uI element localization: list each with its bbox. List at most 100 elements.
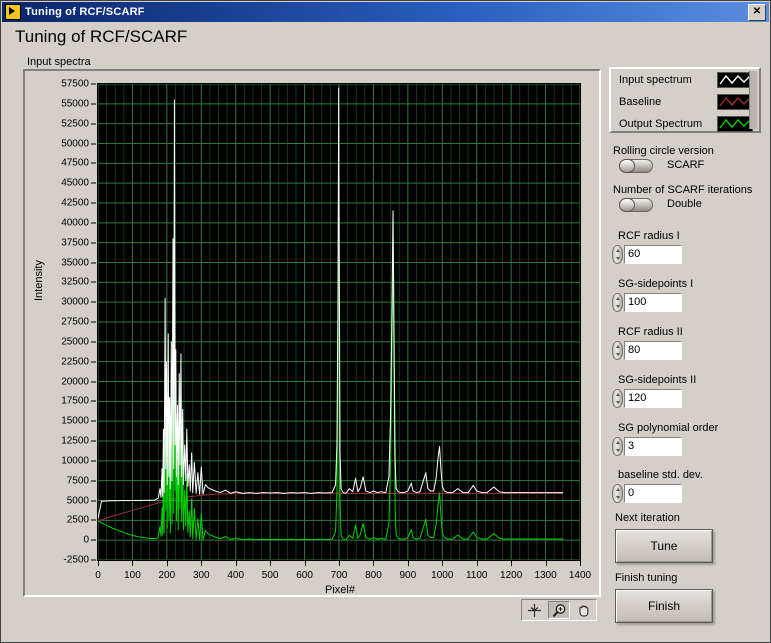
legend-item-label: Output Spectrum bbox=[619, 118, 703, 130]
y-axis-tick-label: 27500 bbox=[61, 316, 89, 328]
x-axis-tick-label: 100 bbox=[124, 570, 141, 581]
labview-vi-icon bbox=[5, 4, 21, 20]
y-axis-tick-mark bbox=[91, 162, 96, 164]
x-axis: 0 100 200 300 400 500 600 700 800 900 1000 1100 1200… bbox=[95, 561, 591, 583]
y-axis-tick-mark bbox=[91, 143, 96, 144]
x-axis-tick-mark bbox=[511, 561, 513, 566]
x-axis-tick-label: 1000 bbox=[431, 570, 454, 581]
y-axis-tick-mark bbox=[91, 321, 96, 323]
sg-sidepoints-1-input[interactable]: 100 bbox=[624, 293, 682, 312]
y-axis-tick-label: 57500 bbox=[61, 78, 89, 90]
legend-color-swatch-baseline[interactable] bbox=[717, 94, 753, 110]
close-icon[interactable]: ✕ bbox=[748, 4, 766, 21]
x-axis-tick-label: 800 bbox=[365, 570, 382, 581]
rolling-circle-version-label: Rolling circle version bbox=[613, 145, 714, 157]
graph-group-label: Input spectra bbox=[27, 56, 91, 68]
cursor-tool-button[interactable] bbox=[523, 601, 546, 619]
baseline-std-dev-input[interactable]: 0 bbox=[624, 484, 682, 503]
x-axis-tick-mark bbox=[476, 561, 478, 566]
y-axis-tick-label: 37500 bbox=[61, 237, 89, 249]
y-axis-tick-label: 7500 bbox=[66, 475, 89, 487]
rcf-radius-2-stepper[interactable] bbox=[612, 341, 623, 360]
y-axis-tick-mark bbox=[91, 242, 96, 244]
x-axis-tick-mark bbox=[98, 561, 99, 566]
y-axis-tick-label: 47500 bbox=[61, 157, 89, 169]
y-axis-tick-mark bbox=[91, 83, 96, 85]
rolling-circle-version-value: SCARF bbox=[667, 159, 705, 171]
zoom-tool-button[interactable] bbox=[547, 601, 571, 619]
sg-polynomial-order-stepper[interactable] bbox=[612, 437, 623, 456]
y-axis-tick-label: 52500 bbox=[61, 118, 89, 130]
crosshair-icon bbox=[527, 603, 541, 617]
y-axis-tick-label: 30000 bbox=[61, 296, 89, 308]
sg-polynomial-order-input[interactable]: 3 bbox=[624, 437, 682, 456]
y-axis-tick-label: 55000 bbox=[61, 98, 89, 110]
legend-color-swatch-output-spectrum[interactable] bbox=[717, 116, 753, 132]
scarf-iterations-value: Double bbox=[667, 198, 702, 210]
pan-tool-button[interactable] bbox=[572, 601, 595, 619]
rolling-circle-version-toggle[interactable] bbox=[619, 159, 656, 177]
sg-sidepoints-2-label: SG-sidepoints II bbox=[618, 374, 697, 386]
x-axis-tick-mark bbox=[373, 561, 375, 566]
y-axis-tick-label: 0 bbox=[83, 534, 89, 546]
y-axis-tick-mark bbox=[91, 460, 96, 462]
y-axis-tick-label: 42500 bbox=[61, 197, 89, 209]
x-axis-tick-label: 1200 bbox=[500, 570, 523, 581]
y-axis-tick-mark bbox=[91, 539, 96, 541]
y-axis-tick-label: 10000 bbox=[61, 455, 89, 467]
tune-button[interactable]: Tune bbox=[615, 529, 713, 563]
x-axis-tick-mark bbox=[201, 561, 203, 566]
y-axis-tick-mark bbox=[91, 381, 96, 382]
y-axis-tick-mark bbox=[91, 123, 96, 125]
y-axis: -2500 0 2500 5000 7500 10000 12500 15000 17500 20… bbox=[23, 77, 97, 569]
x-axis-tick-mark bbox=[166, 561, 168, 566]
x-axis-tick-label: 600 bbox=[296, 570, 313, 581]
x-axis-tick-label: 1100 bbox=[465, 570, 488, 581]
scarf-iterations-label: Number of SCARF iterations bbox=[613, 184, 753, 196]
scarf-iterations-toggle[interactable] bbox=[619, 198, 656, 216]
hand-icon bbox=[579, 605, 589, 616]
legend-item[interactable]: Output Spectrum bbox=[611, 113, 759, 135]
rcf-radius-1-stepper[interactable] bbox=[612, 245, 623, 264]
page-title: Tuning of RCF/SCARF bbox=[15, 27, 188, 46]
y-axis-tick-mark bbox=[91, 400, 96, 402]
sg-polynomial-order-label: SG polynomial order bbox=[618, 422, 719, 434]
y-axis-tick-label: -2500 bbox=[63, 554, 89, 566]
y-axis-tick-label: 25000 bbox=[61, 336, 89, 348]
x-axis-tick-label: 0 bbox=[95, 570, 101, 581]
y-axis-tick-mark bbox=[91, 301, 96, 303]
y-axis-tick-mark bbox=[91, 420, 96, 422]
rcf-radius-1-label: RCF radius I bbox=[618, 230, 680, 242]
baseline-std-dev-stepper[interactable] bbox=[612, 484, 623, 503]
sg-sidepoints-2-stepper[interactable] bbox=[612, 389, 623, 408]
x-axis-tick-label: 900 bbox=[399, 570, 417, 581]
sg-sidepoints-1-label: SG-sidepoints I bbox=[618, 278, 694, 290]
x-axis-tick-mark bbox=[270, 561, 272, 566]
graph-toolbar bbox=[521, 599, 597, 621]
x-axis-tick-label: 500 bbox=[261, 570, 279, 581]
window-titlebar: Tuning of RCF/SCARF ✕ bbox=[2, 2, 769, 22]
y-axis-tick-mark bbox=[91, 222, 96, 224]
application-window: Tuning of RCF/SCARF ✕ Tuning of RCF/SCAR… bbox=[0, 0, 771, 643]
legend-item[interactable]: Input spectrum bbox=[611, 69, 759, 91]
plot-area[interactable] bbox=[97, 83, 581, 561]
legend-item-label: Baseline bbox=[619, 96, 662, 108]
sg-sidepoints-1-stepper[interactable] bbox=[612, 293, 623, 312]
y-axis-label: Intensity bbox=[33, 260, 45, 301]
y-axis-tick-label: 40000 bbox=[61, 217, 89, 229]
rcf-radius-2-input[interactable]: 80 bbox=[624, 341, 682, 360]
y-axis-tick-mark bbox=[91, 281, 96, 283]
finish-button[interactable]: Finish bbox=[615, 589, 713, 623]
magnifier-plus-icon bbox=[552, 603, 565, 617]
legend-scrollbar[interactable] bbox=[749, 71, 757, 129]
rcf-radius-1-input[interactable]: 60 bbox=[624, 245, 682, 264]
y-axis-tick-mark bbox=[91, 262, 96, 263]
x-axis-tick-mark bbox=[132, 561, 134, 566]
x-axis-tick-label: 400 bbox=[227, 570, 245, 581]
y-axis-tick-mark bbox=[91, 480, 96, 482]
legend-item[interactable]: Baseline bbox=[611, 91, 759, 113]
legend-item-label: Input spectrum bbox=[619, 74, 692, 86]
plot-legend[interactable]: Input spectrum Baseline Output Spectrum bbox=[609, 67, 761, 133]
legend-color-swatch-input-spectrum[interactable] bbox=[717, 72, 753, 88]
sg-sidepoints-2-input[interactable]: 120 bbox=[624, 389, 682, 408]
